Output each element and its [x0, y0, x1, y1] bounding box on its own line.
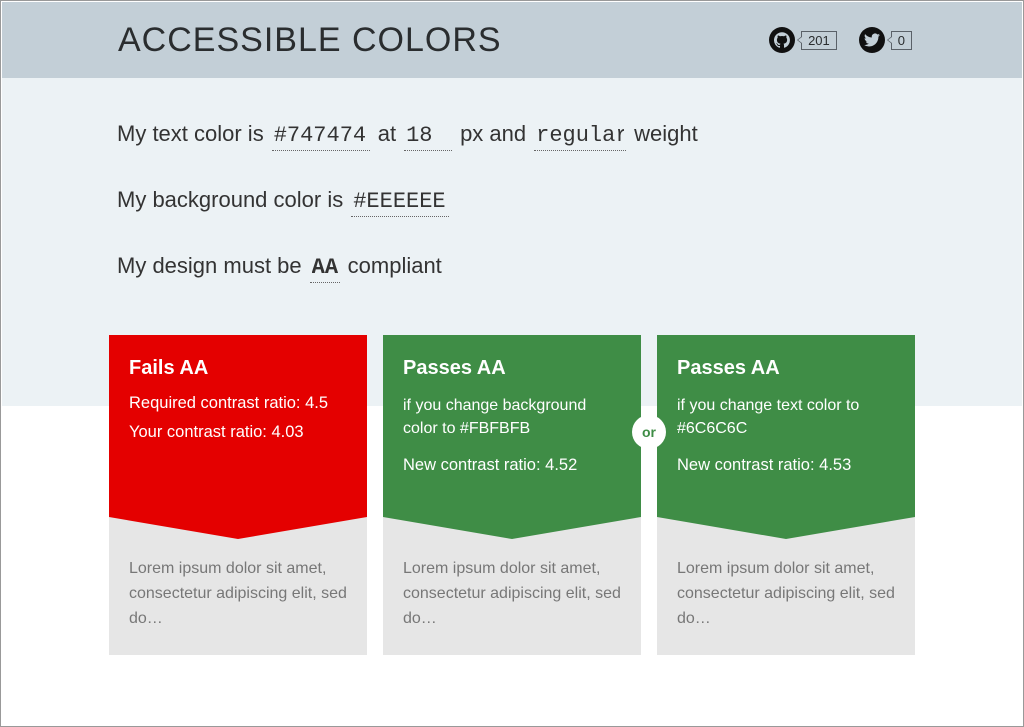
github-count: 201 [801, 31, 837, 50]
chevron-icon [109, 517, 367, 539]
bg-color-line: My background color is [117, 187, 903, 217]
bg-color-input[interactable] [351, 189, 449, 217]
card-title: Passes AA [403, 357, 621, 380]
your-ratio: Your contrast ratio: 4.03 [129, 423, 347, 442]
label-text: My design must be [117, 253, 302, 279]
header: ACCESSIBLE COLORS 201 0 [2, 2, 1022, 78]
label-text: at [378, 121, 396, 147]
new-ratio: New contrast ratio: 4.53 [677, 456, 895, 475]
compliance-line: My design must be compliant [117, 253, 903, 283]
label-text: px and [460, 121, 526, 147]
card-head: Fails AA Required contrast ratio: 4.5 Yo… [109, 335, 367, 517]
label-text: My text color is [117, 121, 264, 147]
result-cards: Fails AA Required contrast ratio: 4.5 Yo… [109, 335, 915, 655]
label-text: My background color is [117, 187, 343, 213]
social-links: 201 0 [769, 27, 1022, 53]
font-weight-input[interactable] [534, 123, 626, 151]
card-head: Passes AA if you change text color to #6… [657, 335, 915, 517]
twitter-count: 0 [891, 31, 912, 50]
twitter-icon [859, 27, 885, 53]
card-subtitle: if you change text color to #6C6C6C [677, 394, 895, 440]
github-link[interactable]: 201 [769, 27, 837, 53]
card-pass-text: Passes AA if you change text color to #6… [657, 335, 915, 655]
card-fail: Fails AA Required contrast ratio: 4.5 Yo… [109, 335, 367, 655]
compliance-level-input[interactable] [310, 255, 340, 283]
new-ratio: New contrast ratio: 4.52 [403, 456, 621, 475]
card-title: Fails AA [129, 357, 347, 380]
card-title: Passes AA [677, 357, 895, 380]
chevron-icon [383, 517, 641, 539]
label-text: compliant [348, 253, 442, 279]
twitter-link[interactable]: 0 [859, 27, 912, 53]
page-title: ACCESSIBLE COLORS [118, 21, 769, 60]
card-head: Passes AA if you change background color… [383, 335, 641, 517]
text-color-line: My text color is at px and weight [117, 121, 903, 151]
card-subtitle: if you change background color to #FBFBF… [403, 394, 621, 440]
font-size-input[interactable] [404, 123, 452, 151]
text-color-input[interactable] [272, 123, 370, 151]
required-ratio: Required contrast ratio: 4.5 [129, 394, 347, 413]
card-pass-bg: Passes AA if you change background color… [383, 335, 641, 655]
label-text: weight [634, 121, 698, 147]
form-area: My text color is at px and weight My bac… [117, 121, 903, 319]
chevron-icon [657, 517, 915, 539]
github-icon [769, 27, 795, 53]
or-divider: or [632, 415, 666, 449]
